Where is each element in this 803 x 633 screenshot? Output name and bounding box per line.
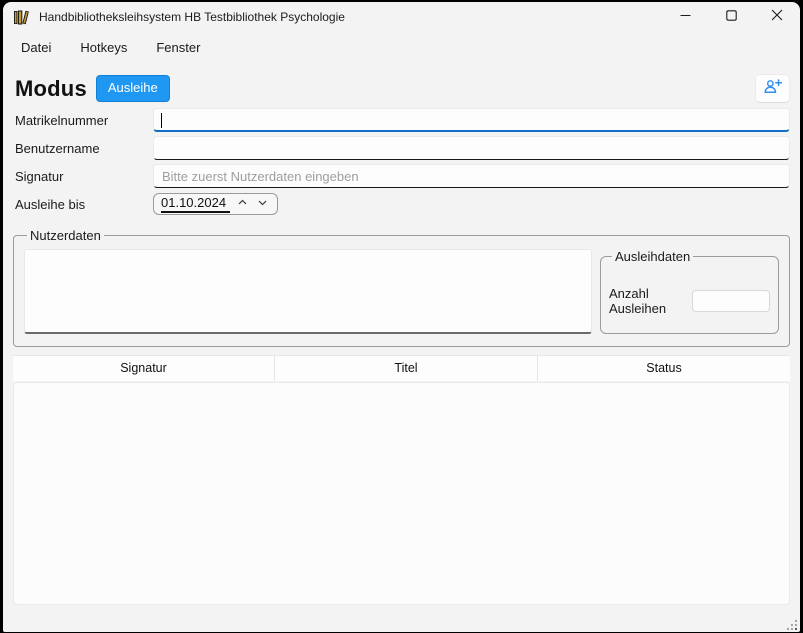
benutzername-label: Benutzername — [15, 141, 153, 156]
due-date-spinner[interactable]: 01.10.2024 — [153, 193, 278, 215]
app-window: Handbibliotheksleihsystem HB Testbibliot… — [3, 2, 800, 632]
person-add-icon — [763, 78, 782, 100]
column-header-status[interactable]: Status — [538, 356, 790, 381]
maximize-icon — [726, 8, 737, 26]
due-date-value[interactable]: 01.10.2024 — [161, 195, 230, 213]
matrikelnummer-input[interactable] — [153, 108, 790, 132]
form-row-matrikelnummer: Matrikelnummer — [3, 106, 800, 134]
minimize-button[interactable] — [662, 2, 708, 32]
menu-item-fenster[interactable]: Fenster — [156, 37, 200, 58]
window-title: Handbibliotheksleihsystem HB Testbibliot… — [39, 10, 345, 24]
menu-item-hotkeys[interactable]: Hotkeys — [80, 37, 127, 58]
books-icon — [13, 9, 30, 26]
chevron-up-icon — [237, 195, 248, 213]
anzahl-ausleihen-input[interactable] — [692, 290, 770, 312]
form-row-benutzername: Benutzername — [3, 134, 800, 162]
mode-heading: Modus — [15, 76, 87, 102]
benutzername-input[interactable] — [153, 136, 790, 160]
nutzerdaten-group-title: Nutzerdaten — [27, 228, 104, 243]
maximize-button[interactable] — [708, 2, 754, 32]
menu-bar: Datei Hotkeys Fenster — [3, 32, 800, 62]
column-header-signatur[interactable]: Signatur — [13, 356, 274, 381]
close-button[interactable] — [754, 2, 800, 32]
ausleihe-bis-label: Ausleihe bis — [15, 197, 153, 212]
nutzerdaten-textarea[interactable] — [24, 249, 592, 334]
loans-table-header: Signatur Titel Status — [13, 355, 790, 381]
title-bar[interactable]: Handbibliotheksleihsystem HB Testbibliot… — [3, 2, 800, 32]
loans-table-body — [13, 382, 790, 605]
spinner-up-button[interactable] — [235, 195, 250, 213]
form-row-ausleihe-bis: Ausleihe bis 01.10.2024 — [3, 190, 800, 218]
signatur-input[interactable] — [153, 164, 790, 188]
anzahl-ausleihen-label: Anzahl Ausleihen — [609, 286, 683, 316]
resize-grip-icon[interactable] — [785, 618, 798, 631]
matrikelnummer-label: Matrikelnummer — [15, 113, 153, 128]
mode-ausleihe-button[interactable]: Ausleihe — [96, 75, 170, 102]
mode-row: Modus Ausleihe — [15, 74, 790, 103]
ausleihdaten-group: Ausleihdaten Anzahl Ausleihen — [600, 249, 779, 334]
form-row-signatur: Signatur — [3, 162, 800, 190]
column-header-titel[interactable]: Titel — [275, 356, 537, 381]
minimize-icon — [680, 8, 691, 26]
ausleihdaten-group-title: Ausleihdaten — [612, 249, 693, 264]
menu-item-datei[interactable]: Datei — [21, 37, 51, 58]
close-icon — [771, 8, 783, 26]
window-controls — [662, 2, 800, 32]
text-caret — [161, 113, 162, 128]
add-user-button[interactable] — [755, 74, 790, 103]
spinner-down-button[interactable] — [255, 195, 270, 213]
chevron-down-icon — [257, 195, 268, 213]
lending-form: Matrikelnummer Benutzername Signatur Aus… — [3, 106, 800, 218]
nutzerdaten-group: Nutzerdaten Ausleihdaten Anzahl Ausleihe… — [13, 228, 790, 347]
signatur-label: Signatur — [15, 169, 153, 184]
